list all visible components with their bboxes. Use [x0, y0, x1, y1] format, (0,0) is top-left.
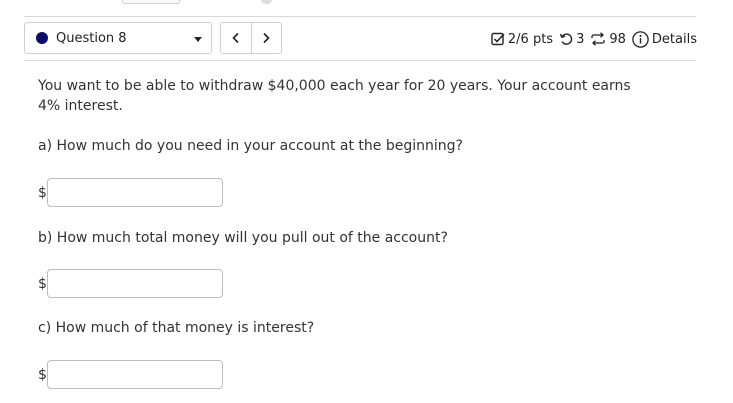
toolbar-dot: [261, 0, 272, 4]
details-label: Details: [651, 31, 697, 47]
info-icon: [632, 30, 649, 48]
currency-symbol: $: [38, 275, 47, 292]
checkbox-icon: [491, 32, 505, 46]
part-b-prompt: b) How much total money will you pull ou…: [38, 230, 448, 246]
retries-indicator: 3: [559, 32, 584, 47]
previous-question-button[interactable]: [221, 23, 251, 53]
currency-symbol: $: [38, 366, 47, 383]
retries-count: 3: [576, 31, 585, 47]
points-text: 2/6 pts: [507, 31, 554, 47]
part-c-prompt: c) How much of that money is interest?: [38, 320, 315, 336]
attempts-count: 98: [609, 31, 626, 47]
part-c-answer-row: $: [38, 360, 223, 389]
currency-symbol: $: [38, 184, 47, 201]
question-page: Question 8 2/6 pts 3 98 Details You want…: [0, 0, 733, 403]
part-c-answer-input[interactable]: [47, 360, 223, 389]
chevron-right-icon: [263, 32, 270, 44]
question-meta: 2/6 pts 3 98 Details: [491, 28, 697, 50]
attempts-indicator: 98: [590, 32, 626, 47]
toolbar-button-stub[interactable]: [122, 0, 180, 4]
part-b-answer-input[interactable]: [47, 269, 223, 298]
header-divider-bottom: [24, 60, 696, 61]
chevron-left-icon: [232, 32, 239, 44]
part-a-prompt: a) How much do you need in your account …: [38, 138, 463, 154]
question-label: Question 8: [56, 30, 127, 46]
part-a-answer-input[interactable]: [47, 178, 223, 207]
details-button[interactable]: Details: [632, 30, 697, 48]
caret-down-icon: [194, 37, 202, 42]
undo-icon: [559, 33, 573, 45]
next-question-button[interactable]: [250, 23, 282, 53]
question-selector[interactable]: Question 8: [24, 22, 212, 54]
header-divider-top: [24, 16, 696, 17]
repeat-icon: [591, 32, 606, 46]
question-nav: [220, 22, 282, 54]
part-a-answer-row: $: [38, 178, 223, 207]
points-indicator: 2/6 pts: [491, 32, 553, 47]
question-text: You want to be able to withdraw $40,000 …: [38, 78, 631, 114]
part-b-answer-row: $: [38, 269, 223, 298]
filled-circle-icon: [36, 32, 48, 44]
